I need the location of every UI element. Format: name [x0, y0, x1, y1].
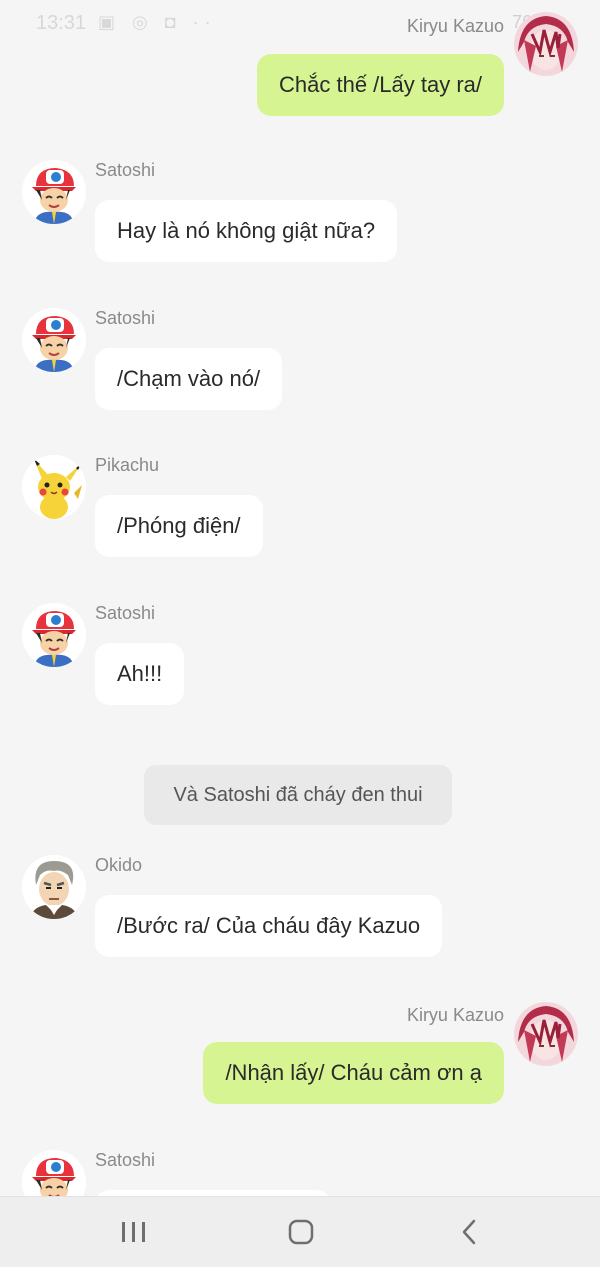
- satoshi-avatar-icon[interactable]: [22, 160, 86, 224]
- sender-name: Kiryu Kazuo: [406, 1005, 504, 1025]
- satoshi-avatar-icon[interactable]: [22, 308, 86, 372]
- chat-screen: 13:31 ▣ ◎ ◘ ·· 76% Kiryu Kazuo Chắc thế …: [0, 0, 600, 1196]
- sender-name: Kiryu Kazuo: [406, 16, 504, 36]
- system-message: Và Satoshi đã cháy đen thui: [144, 765, 452, 825]
- satoshi-avatar-icon[interactable]: [22, 1150, 86, 1196]
- sender-name: Satoshi: [95, 308, 156, 328]
- recent-apps-icon[interactable]: [94, 1197, 174, 1267]
- message-bubble[interactable]: /Bước ra/ Của cháu đây Kazuo: [95, 895, 443, 957]
- sender-name: Pikachu: [95, 455, 160, 475]
- message-bubble[interactable]: Hay là nó không giật nữa?: [95, 200, 398, 262]
- message-bubble[interactable]: Ah!!!: [95, 643, 185, 705]
- home-icon[interactable]: [262, 1197, 342, 1267]
- sender-name: Okido: [95, 855, 143, 875]
- status-time: 13:31: [36, 12, 87, 34]
- navigation-bar: [0, 1196, 600, 1267]
- notification-icons: ▣ ◎ ◘ ··: [98, 12, 217, 32]
- back-icon[interactable]: [430, 1197, 510, 1267]
- message-bubble[interactable]: /Chạm vào nó/: [95, 348, 283, 410]
- status-bar: 13:31 ▣ ◎ ◘ ·· 76%: [0, 0, 600, 44]
- pikachu-avatar-icon[interactable]: [22, 455, 86, 519]
- message-bubble[interactable]: /Phóng điện/: [95, 495, 263, 557]
- kiryu-avatar-icon[interactable]: [514, 1002, 578, 1066]
- message-bubble[interactable]: /Nhận lấy/ Cháu cảm ơn ạ: [203, 1042, 504, 1104]
- okido-avatar-icon[interactable]: [22, 855, 86, 919]
- sender-name: Satoshi: [95, 1150, 156, 1170]
- kiryu-avatar-icon[interactable]: [514, 12, 578, 76]
- sender-name: Satoshi: [95, 160, 156, 180]
- satoshi-avatar-icon[interactable]: [22, 603, 86, 667]
- sender-name: Satoshi: [95, 603, 156, 623]
- message-bubble[interactable]: Chắc thế /Lấy tay ra/: [257, 54, 504, 116]
